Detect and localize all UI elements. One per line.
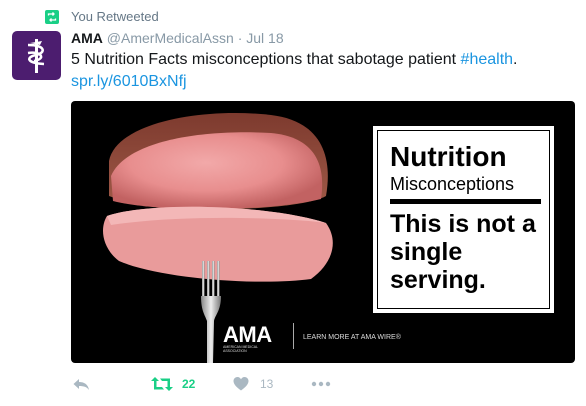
separator-dot: · xyxy=(237,30,243,46)
learn-more-caption: LEARN MORE AT AMA WIRE® xyxy=(303,334,401,341)
callout-body: This is not a single serving. xyxy=(390,210,536,294)
avatar[interactable] xyxy=(12,31,61,80)
tweet-date[interactable]: Jul 18 xyxy=(246,30,283,46)
author-name[interactable]: AMA xyxy=(71,30,103,46)
like-count[interactable]: 13 xyxy=(260,377,273,391)
reply-icon[interactable] xyxy=(72,376,90,392)
retweet-icon[interactable] xyxy=(151,376,173,392)
heart-icon[interactable] xyxy=(233,376,249,392)
retweeted-label: You Retweeted xyxy=(71,9,159,24)
logo-divider xyxy=(293,323,294,349)
shortened-link[interactable]: spr.ly/6010BxNfj xyxy=(71,73,187,90)
ama-logo-subtitle: AMERICAN MEDICAL ASSOCIATION xyxy=(223,345,258,353)
tweet-text-main: 5 Nutrition Facts misconceptions that sa… xyxy=(71,51,461,68)
tweet-text-end: . xyxy=(513,51,518,68)
callout-headline: Nutrition xyxy=(390,141,507,172)
retweeted-context-icon xyxy=(45,10,59,24)
more-icon[interactable] xyxy=(311,376,331,392)
retweet-count[interactable]: 22 xyxy=(182,377,195,391)
tweet-text: 5 Nutrition Facts misconceptions that sa… xyxy=(71,49,571,93)
media-card[interactable]: Nutrition Misconceptions This is not a s… xyxy=(71,101,575,363)
author-handle[interactable]: @AmerMedicalAssn xyxy=(107,30,234,46)
callout-divider xyxy=(390,199,541,204)
callout-subheadline: Misconceptions xyxy=(390,174,515,194)
ama-caduceus-logo-icon xyxy=(27,39,45,73)
tweet-header: AMA @AmerMedicalAssn · Jul 18 xyxy=(71,29,284,47)
nutrition-callout-box: Nutrition Misconceptions This is not a s… xyxy=(373,126,554,313)
hashtag-link[interactable]: #health xyxy=(461,51,514,68)
ama-logo: AMA xyxy=(223,322,272,347)
